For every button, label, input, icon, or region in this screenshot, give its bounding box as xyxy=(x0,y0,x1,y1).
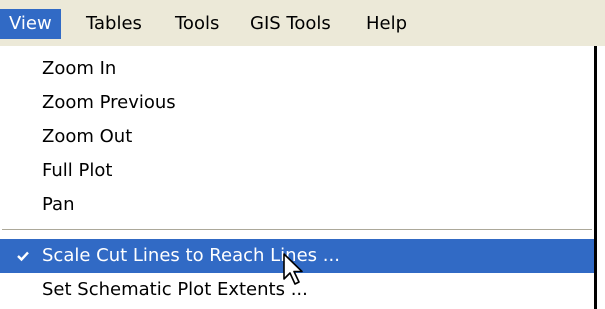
menu-gis-tools[interactable]: GIS Tools xyxy=(241,9,340,39)
check-icon xyxy=(12,239,34,273)
menu-item-pan[interactable]: Pan xyxy=(0,188,594,222)
menu-item-zoom-in[interactable]: Zoom In xyxy=(0,52,594,86)
mouse-pointer-icon xyxy=(283,253,303,285)
menu-item-full-plot[interactable]: Full Plot xyxy=(0,154,594,188)
menu-tables[interactable]: Tables xyxy=(77,9,151,39)
menu-separator xyxy=(2,229,592,231)
menu-view[interactable]: View xyxy=(0,9,61,39)
menu-help[interactable]: Help xyxy=(357,9,416,39)
menu-item-zoom-previous[interactable]: Zoom Previous xyxy=(0,86,594,120)
menu-tools[interactable]: Tools xyxy=(166,9,228,39)
menu-bar: View Tables Tools GIS Tools Help xyxy=(0,0,605,46)
menu-item-zoom-out[interactable]: Zoom Out xyxy=(0,120,594,154)
